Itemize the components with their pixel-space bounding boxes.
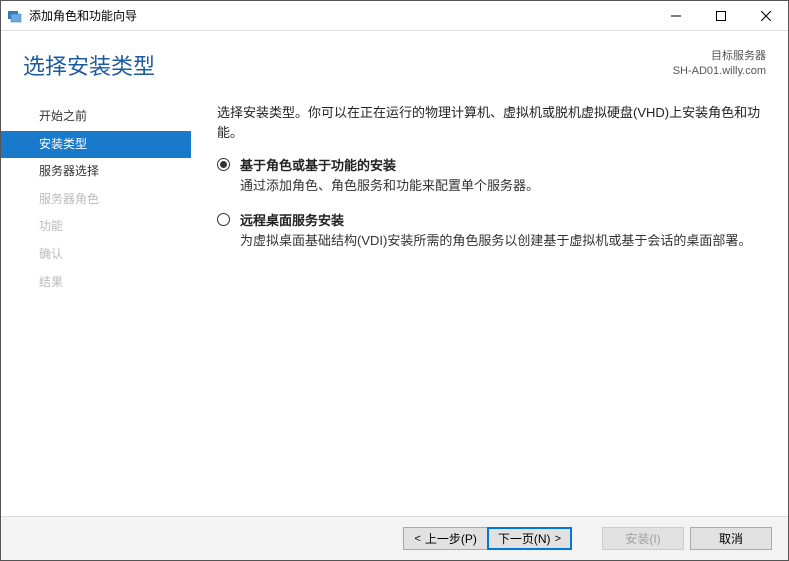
- option-text: 基于角色或基于功能的安装 通过添加角色、角色服务和功能来配置单个服务器。: [240, 156, 539, 195]
- chevron-left-icon: <: [414, 533, 420, 545]
- previous-button[interactable]: < 上一步(P): [403, 527, 486, 550]
- nav-server-selection[interactable]: 服务器选择: [1, 158, 191, 186]
- button-label: 安装(I): [625, 530, 660, 547]
- option-desc: 通过添加角色、角色服务和功能来配置单个服务器。: [240, 176, 539, 196]
- window-title: 添加角色和功能向导: [29, 7, 653, 24]
- option-title: 基于角色或基于功能的安装: [240, 156, 539, 176]
- option-role-based[interactable]: 基于角色或基于功能的安装 通过添加角色、角色服务和功能来配置单个服务器。: [217, 156, 762, 195]
- minimize-button[interactable]: [653, 1, 698, 30]
- install-button: 安装(I): [602, 527, 684, 550]
- nav-results: 结果: [1, 269, 191, 297]
- destination-server: SH-AD01.willy.com: [673, 64, 766, 79]
- close-button[interactable]: [743, 1, 788, 30]
- wizard-footer: < 上一步(P) 下一页(N) > 安装(I) 取消: [1, 516, 788, 560]
- nav-sidebar: 开始之前 安装类型 服务器选择 服务器角色 功能 确认 结果: [1, 97, 191, 516]
- radio-icon[interactable]: [217, 213, 230, 226]
- option-desc: 为虚拟桌面基础结构(VDI)安装所需的角色服务以创建基于虚拟机或基于会话的桌面部…: [240, 231, 751, 251]
- content-pane: 选择安装类型。你可以在正在运行的物理计算机、虚拟机或脱机虚拟硬盘(VHD)上安装…: [191, 97, 788, 516]
- nav-features: 功能: [1, 213, 191, 241]
- maximize-button[interactable]: [698, 1, 743, 30]
- radio-icon[interactable]: [217, 158, 230, 171]
- option-title: 远程桌面服务安装: [240, 211, 751, 231]
- app-icon: [7, 8, 23, 24]
- wizard-header: 选择安装类型 目标服务器 SH-AD01.willy.com: [1, 31, 788, 93]
- destination-info: 目标服务器 SH-AD01.willy.com: [673, 49, 766, 80]
- button-label: 取消: [719, 530, 743, 547]
- destination-label: 目标服务器: [673, 49, 766, 64]
- page-title: 选择安装类型: [23, 49, 673, 81]
- option-text: 远程桌面服务安装 为虚拟桌面基础结构(VDI)安装所需的角色服务以创建基于虚拟机…: [240, 211, 751, 250]
- nav-button-group: < 上一步(P) 下一页(N) >: [403, 527, 572, 550]
- window-controls: [653, 1, 788, 30]
- titlebar: 添加角色和功能向导: [1, 1, 788, 31]
- wizard-window: 添加角色和功能向导 选择安装类型 目标服务器 SH-AD01.willy.com…: [0, 0, 789, 561]
- button-label: 上一步(P): [425, 530, 477, 547]
- chevron-right-icon: >: [555, 533, 561, 545]
- nav-server-roles: 服务器角色: [1, 186, 191, 214]
- button-label: 下一页(N): [498, 530, 551, 547]
- nav-install-type[interactable]: 安装类型: [1, 131, 191, 159]
- next-button[interactable]: 下一页(N) >: [487, 527, 572, 550]
- intro-text: 选择安装类型。你可以在正在运行的物理计算机、虚拟机或脱机虚拟硬盘(VHD)上安装…: [217, 103, 762, 142]
- nav-confirm: 确认: [1, 241, 191, 269]
- nav-before-begin[interactable]: 开始之前: [1, 103, 191, 131]
- cancel-button[interactable]: 取消: [690, 527, 772, 550]
- wizard-body: 开始之前 安装类型 服务器选择 服务器角色 功能 确认 结果 选择安装类型。你可…: [1, 93, 788, 516]
- option-remote-desktop[interactable]: 远程桌面服务安装 为虚拟桌面基础结构(VDI)安装所需的角色服务以创建基于虚拟机…: [217, 211, 762, 250]
